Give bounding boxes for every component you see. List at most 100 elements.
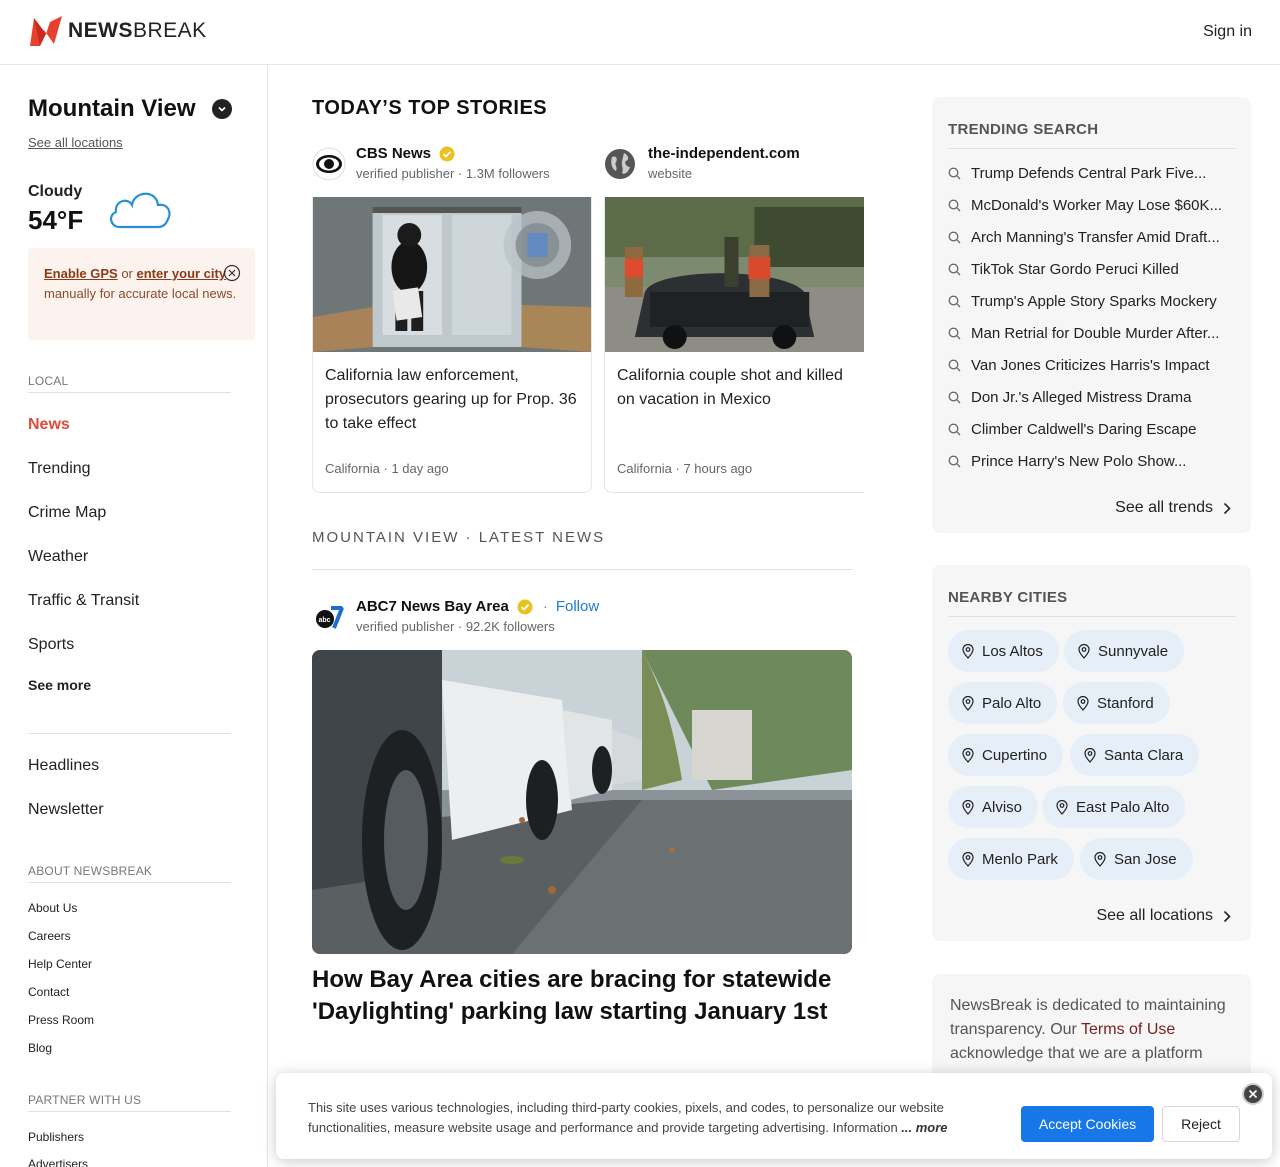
trending-item[interactable]: Trump Defends Central Park Five... [948,165,1238,182]
nav-traffic-transit[interactable]: Traffic & Transit [28,592,139,610]
location-pin-icon [1094,851,1106,867]
footer-link-press-room[interactable]: Press Room [28,1013,94,1027]
see-all-locations-link[interactable]: See all locations [28,135,123,150]
publisher-header[interactable]: CBS News verified publisher · 1.3M follo… [312,145,550,181]
location-pin-icon [1084,747,1096,763]
follow-button[interactable]: Follow [556,598,599,615]
publisher-name[interactable]: CBS News [356,145,550,162]
divider [28,1111,231,1112]
story-image [605,197,864,352]
trending-item[interactable]: Don Jr.'s Alleged Mistress Drama [948,389,1238,406]
close-icon[interactable] [1242,1083,1264,1105]
city-chip[interactable]: Cupertino [948,734,1064,776]
city-chip[interactable]: San Jose [1080,838,1193,880]
search-icon [948,199,961,212]
newsbreak-logo[interactable]: NEWSBREAK [28,14,207,48]
see-all-locations-link[interactable]: See all locations [1096,907,1231,925]
nav-weather[interactable]: Weather [28,548,88,566]
location-pin-icon [962,851,974,867]
story-meta: California · 1 day ago [325,461,449,476]
city-chip[interactable]: Los Altos [948,630,1059,672]
trending-item[interactable]: Climber Caldwell's Daring Escape [948,421,1238,438]
trending-item[interactable]: Trump's Apple Story Sparks Mockery [948,293,1238,310]
trending-item[interactable]: McDonald's Worker May Lose $60K... [948,197,1238,214]
publisher-header[interactable]: abc ABC7 News Bay Area · Follow verified… [312,598,599,634]
see-more-link[interactable]: See more [28,677,91,693]
gps-notice: Enable GPS or enter your city manually f… [28,248,255,340]
cookie-more-link[interactable]: ... more [901,1120,947,1135]
trending-heading: TRENDING SEARCH [948,121,1099,138]
footer-link-about-us[interactable]: About Us [28,901,77,915]
enable-gps-link[interactable]: Enable GPS [44,266,118,281]
separator-dot: · [542,598,548,615]
footer-link-blog[interactable]: Blog [28,1041,52,1055]
trending-item[interactable]: Arch Manning's Transfer Amid Draft... [948,229,1238,246]
local-section-label: LOCAL [28,374,69,388]
newsbreak-logo-icon [30,16,62,46]
city-chip[interactable]: Santa Clara [1070,734,1200,776]
globe-icon [605,149,635,179]
location-pin-icon [962,643,974,659]
chevron-down-icon[interactable] [211,99,232,119]
search-icon [948,359,961,372]
svg-text:abc: abc [319,617,331,624]
article-title[interactable]: How Bay Area cities are bracing for stat… [312,964,852,1028]
publisher-name[interactable]: ABC7 News Bay Area · Follow [356,598,599,615]
nav-newsletter[interactable]: Newsletter [28,801,104,819]
city-chip[interactable]: Palo Alto [948,682,1058,724]
trending-item[interactable]: TikTok Star Gordo Peruci Killed [948,261,1238,278]
transparency-text: acknowledge that we are a platform [950,1045,1203,1062]
nav-sports[interactable]: Sports [28,636,74,654]
nearby-heading: NEARBY CITIES [948,589,1068,606]
publisher-name[interactable]: the-independent.com [648,145,800,162]
city-chip[interactable]: Alviso [948,786,1039,828]
publisher-meta: verified publisher · 92.2K followers [356,619,555,634]
close-icon[interactable] [223,264,241,282]
trending-item[interactable]: Van Jones Criticizes Harris's Impact [948,357,1238,374]
nav-trending[interactable]: Trending [28,460,91,478]
search-icon [948,295,961,308]
nav-crime-map[interactable]: Crime Map [28,504,106,522]
verified-badge-icon [439,146,455,161]
sign-in-link[interactable]: Sign in [1203,23,1252,41]
publisher-header[interactable]: the-independent.com website [604,145,800,181]
enter-city-link[interactable]: enter your city [137,266,227,281]
footer-link-publishers[interactable]: Publishers [28,1130,84,1144]
publisher-meta: website [648,166,693,181]
cookie-banner: This site uses various technologies, inc… [276,1073,1272,1159]
location-selector[interactable]: Mountain View [28,95,232,123]
weather-temperature: 54°F [28,205,84,235]
city-chip[interactable]: Stanford [1063,682,1170,724]
footer-link-advertisers[interactable]: Advertisers [28,1157,88,1167]
verified-badge-icon [517,599,533,614]
footer-link-contact[interactable]: Contact [28,985,69,999]
accept-cookies-button[interactable]: Accept Cookies [1021,1106,1154,1142]
chevron-right-icon [1223,502,1231,514]
location-pin-icon [1056,799,1068,815]
city-chip[interactable]: Menlo Park [948,838,1074,880]
story-title[interactable]: California law enforcement, prosecutors … [325,364,579,436]
divider [28,882,231,883]
gps-rest-text: manually for accurate local news. [44,286,237,301]
nav-news[interactable]: News [28,416,70,434]
trending-item[interactable]: Man Retrial for Double Murder After... [948,325,1238,342]
story-card[interactable]: California law enforcement, prosecutors … [312,197,592,493]
trending-item[interactable]: Prince Harry's New Polo Show... [948,453,1238,470]
cbs-eye-logo-icon [312,147,346,181]
location-pin-icon [962,695,974,711]
article-image[interactable] [312,650,852,954]
terms-of-use-link[interactable]: Terms of Use [1081,1021,1175,1038]
nav-headlines[interactable]: Headlines [28,757,99,775]
footer-link-help-center[interactable]: Help Center [28,957,92,971]
search-icon [948,231,961,244]
city-chip[interactable]: East Palo Alto [1042,786,1186,828]
search-icon [948,391,961,404]
story-card[interactable]: California couple shot and killed on vac… [604,197,864,493]
story-meta: California · 7 hours ago [617,461,753,476]
partner-section-label: PARTNER WITH US [28,1093,142,1107]
footer-link-careers[interactable]: Careers [28,929,71,943]
see-all-trends-link[interactable]: See all trends [1115,499,1231,517]
story-title[interactable]: California couple shot and killed on vac… [617,364,852,412]
city-chip[interactable]: Sunnyvale [1064,630,1185,672]
reject-cookies-button[interactable]: Reject [1162,1106,1240,1142]
